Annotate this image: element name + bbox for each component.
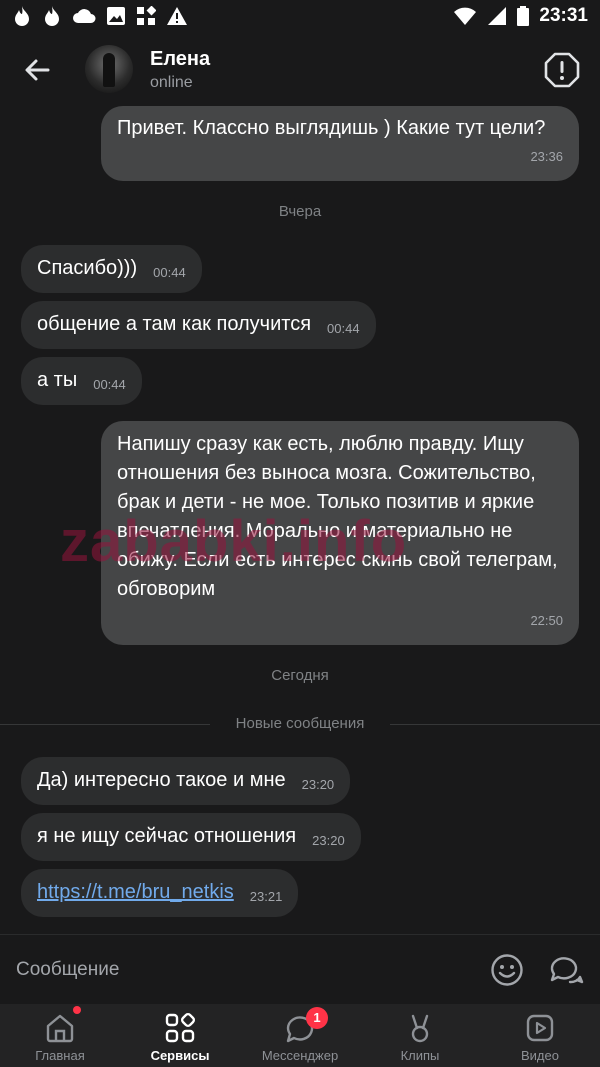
tab-home[interactable]: Главная [0, 1004, 120, 1067]
avatar[interactable] [85, 45, 133, 93]
tab-services[interactable]: Сервисы [120, 1004, 240, 1067]
message-incoming[interactable]: а ты 00:44 [21, 357, 142, 405]
apps-icon [137, 6, 156, 25]
tab-label: Клипы [400, 1048, 440, 1063]
image-icon [107, 7, 125, 25]
new-messages-divider: Новые сообщения [0, 713, 600, 735]
tab-label: Главная [35, 1048, 85, 1063]
status-bar-notifications [12, 5, 188, 27]
warning-icon [167, 7, 187, 25]
chat-header: Елена online [0, 34, 600, 106]
message-composer: Сообщение [0, 934, 600, 1005]
new-messages-label: Новые сообщения [235, 715, 365, 732]
chat-bubbles-icon[interactable] [548, 953, 584, 987]
tab-clips[interactable]: Клипы [360, 1004, 480, 1067]
message-time: 00:44 [153, 265, 186, 280]
message-text: я не ищу сейчас отношения [37, 825, 297, 847]
tinder-icon [45, 6, 59, 26]
message-time: 00:44 [327, 321, 360, 336]
emoji-icon[interactable] [490, 953, 524, 987]
tab-label: Видео [521, 1048, 559, 1063]
message-outgoing[interactable]: Привет. Классно выглядишь ) Какие тут це… [101, 106, 579, 181]
notification-dot [73, 1006, 81, 1014]
date-separator: Вчера [278, 203, 322, 220]
video-icon [526, 1014, 554, 1042]
signal-icon [488, 7, 507, 25]
tinder-icon [15, 6, 29, 26]
message-time: 23:21 [249, 889, 283, 904]
message-text: Напишу сразу как есть, люблю правду. Ищу… [117, 433, 558, 600]
battery-icon [517, 6, 530, 26]
message-list[interactable]: Привет. Классно выглядишь ) Какие тут це… [0, 106, 600, 934]
tab-label: Сервисы [150, 1048, 210, 1063]
message-time: 23:20 [301, 777, 335, 792]
message-time: 00:44 [93, 377, 126, 392]
message-text: Привет. Классно выглядишь ) Какие тут це… [117, 117, 546, 139]
home-icon [46, 1014, 74, 1043]
report-icon[interactable] [544, 52, 580, 88]
tab-label: Мессенджер [261, 1048, 339, 1063]
tab-messenger[interactable]: 1 Мессенджер [240, 1004, 360, 1067]
message-input[interactable]: Сообщение [16, 959, 119, 981]
cloud-icon [73, 9, 96, 23]
message-text: Спасибо))) [37, 257, 138, 279]
message-incoming[interactable]: https://t.me/bru_netkis 23:21 [21, 869, 299, 917]
message-incoming[interactable]: общение а там как получится 00:44 [21, 301, 376, 349]
status-time: 23:31 [539, 5, 588, 26]
wifi-icon [454, 7, 477, 25]
bottom-tab-bar: Главная Сервисы 1 Мессенджер Клипы Видео [0, 1004, 600, 1067]
contact-name[interactable]: Елена [150, 48, 210, 71]
status-bar: 23:31 [0, 0, 600, 34]
message-outgoing[interactable]: Напишу сразу как есть, люблю правду. Ищу… [101, 421, 579, 645]
message-incoming[interactable]: Да) интересно такое и мне 23:20 [21, 757, 351, 805]
message-text: а ты [37, 369, 78, 391]
contact-status: online [150, 74, 193, 91]
message-text: общение а там как получится [37, 313, 312, 335]
back-arrow-icon[interactable] [18, 50, 58, 90]
unread-badge: 1 [306, 1007, 328, 1029]
message-time: 23:36 [530, 149, 563, 164]
message-link[interactable]: https://t.me/bru_netkis [37, 881, 234, 903]
message-text: Да) интересно такое и мне [37, 769, 286, 791]
message-incoming[interactable]: Спасибо))) 00:44 [21, 245, 202, 293]
status-bar-system: 23:31 [453, 5, 588, 27]
clips-icon [411, 1014, 429, 1043]
services-grid-icon [165, 1012, 196, 1043]
message-time: 22:50 [530, 613, 563, 628]
message-time: 23:20 [312, 833, 345, 848]
tab-video[interactable]: Видео [480, 1004, 600, 1067]
date-separator: Сегодня [271, 667, 329, 684]
message-incoming[interactable]: я не ищу сейчас отношения 23:20 [21, 813, 361, 861]
